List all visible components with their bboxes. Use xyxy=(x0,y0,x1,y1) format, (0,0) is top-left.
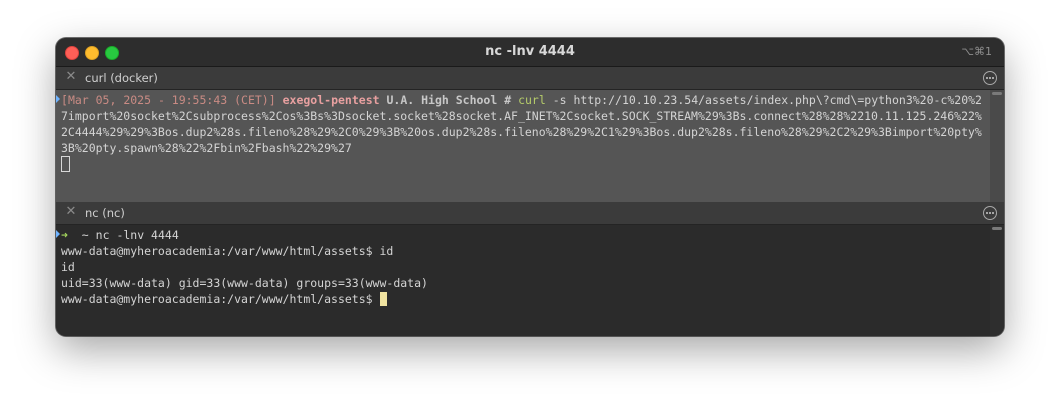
pane-title-curl: curl (docker) xyxy=(85,71,158,85)
terminal-cursor xyxy=(379,292,387,306)
scrollbar-nc[interactable] xyxy=(990,225,1004,336)
command-marker-icon xyxy=(56,230,60,238)
prompt-timestamp: Mar 05, 2025 - 19:55:43 (CET) xyxy=(67,93,269,107)
more-options-icon[interactable] xyxy=(983,71,997,85)
prompt-host: exegol-pentest xyxy=(282,93,380,107)
output-line: id xyxy=(61,260,75,274)
terminal-output-nc: ➜ ~ nc -lnv 4444 www-data@myheroacademia… xyxy=(61,227,986,307)
terminal-cursor xyxy=(61,156,70,172)
prompt-tilde: ~ xyxy=(81,228,89,242)
terminal-pane-nc[interactable]: ➜ ~ nc -lnv 4444 www-data@myheroacademia… xyxy=(56,225,1004,336)
command-name: curl xyxy=(518,93,546,107)
close-pane-icon[interactable]: ✕ xyxy=(64,205,78,219)
output-line: uid=33(www-data) gid=33(www-data) groups… xyxy=(61,276,428,290)
scrollbar-curl[interactable] xyxy=(990,90,1004,202)
scroll-thumb[interactable] xyxy=(992,92,1002,95)
window-shortcut: ⌥⌘1 xyxy=(961,45,992,58)
prompt-symbol: # xyxy=(504,93,512,107)
pane-header-curl[interactable]: ✕ curl (docker) xyxy=(56,67,1004,90)
pane-header-nc[interactable]: ✕ nc (nc) xyxy=(56,202,1004,225)
shell-prompt: www-data@myheroacademia:/var/www/html/as… xyxy=(61,292,380,306)
title-bar[interactable]: nc -lnv 4444 ⌥⌘1 xyxy=(56,38,1004,67)
command-marker-icon xyxy=(56,95,60,103)
terminal-pane-curl[interactable]: [Mar 05, 2025 - 19:55:43 (CET)] exegol-p… xyxy=(56,90,1004,202)
output-line: www-data@myheroacademia:/var/www/html/as… xyxy=(61,244,394,258)
terminal-output-curl: [Mar 05, 2025 - 19:55:43 (CET)] exegol-p… xyxy=(61,92,986,173)
more-options-icon[interactable] xyxy=(983,206,997,220)
prompt-arrow-icon: ➜ xyxy=(61,228,68,242)
window-title: nc -lnv 4444 xyxy=(485,44,575,59)
prompt-bracket: [ xyxy=(61,93,68,107)
scroll-thumb[interactable] xyxy=(992,227,1002,230)
close-pane-icon[interactable]: ✕ xyxy=(64,70,78,84)
terminal-window: nc -lnv 4444 ⌥⌘1 ✕ curl (docker) [Mar 05… xyxy=(56,38,1004,336)
prompt-bracket: ] xyxy=(268,93,276,107)
prompt-directory: U.A. High School xyxy=(386,93,498,107)
pane-title-nc: nc (nc) xyxy=(85,206,125,220)
nc-command: nc -lnv 4444 xyxy=(95,228,179,242)
